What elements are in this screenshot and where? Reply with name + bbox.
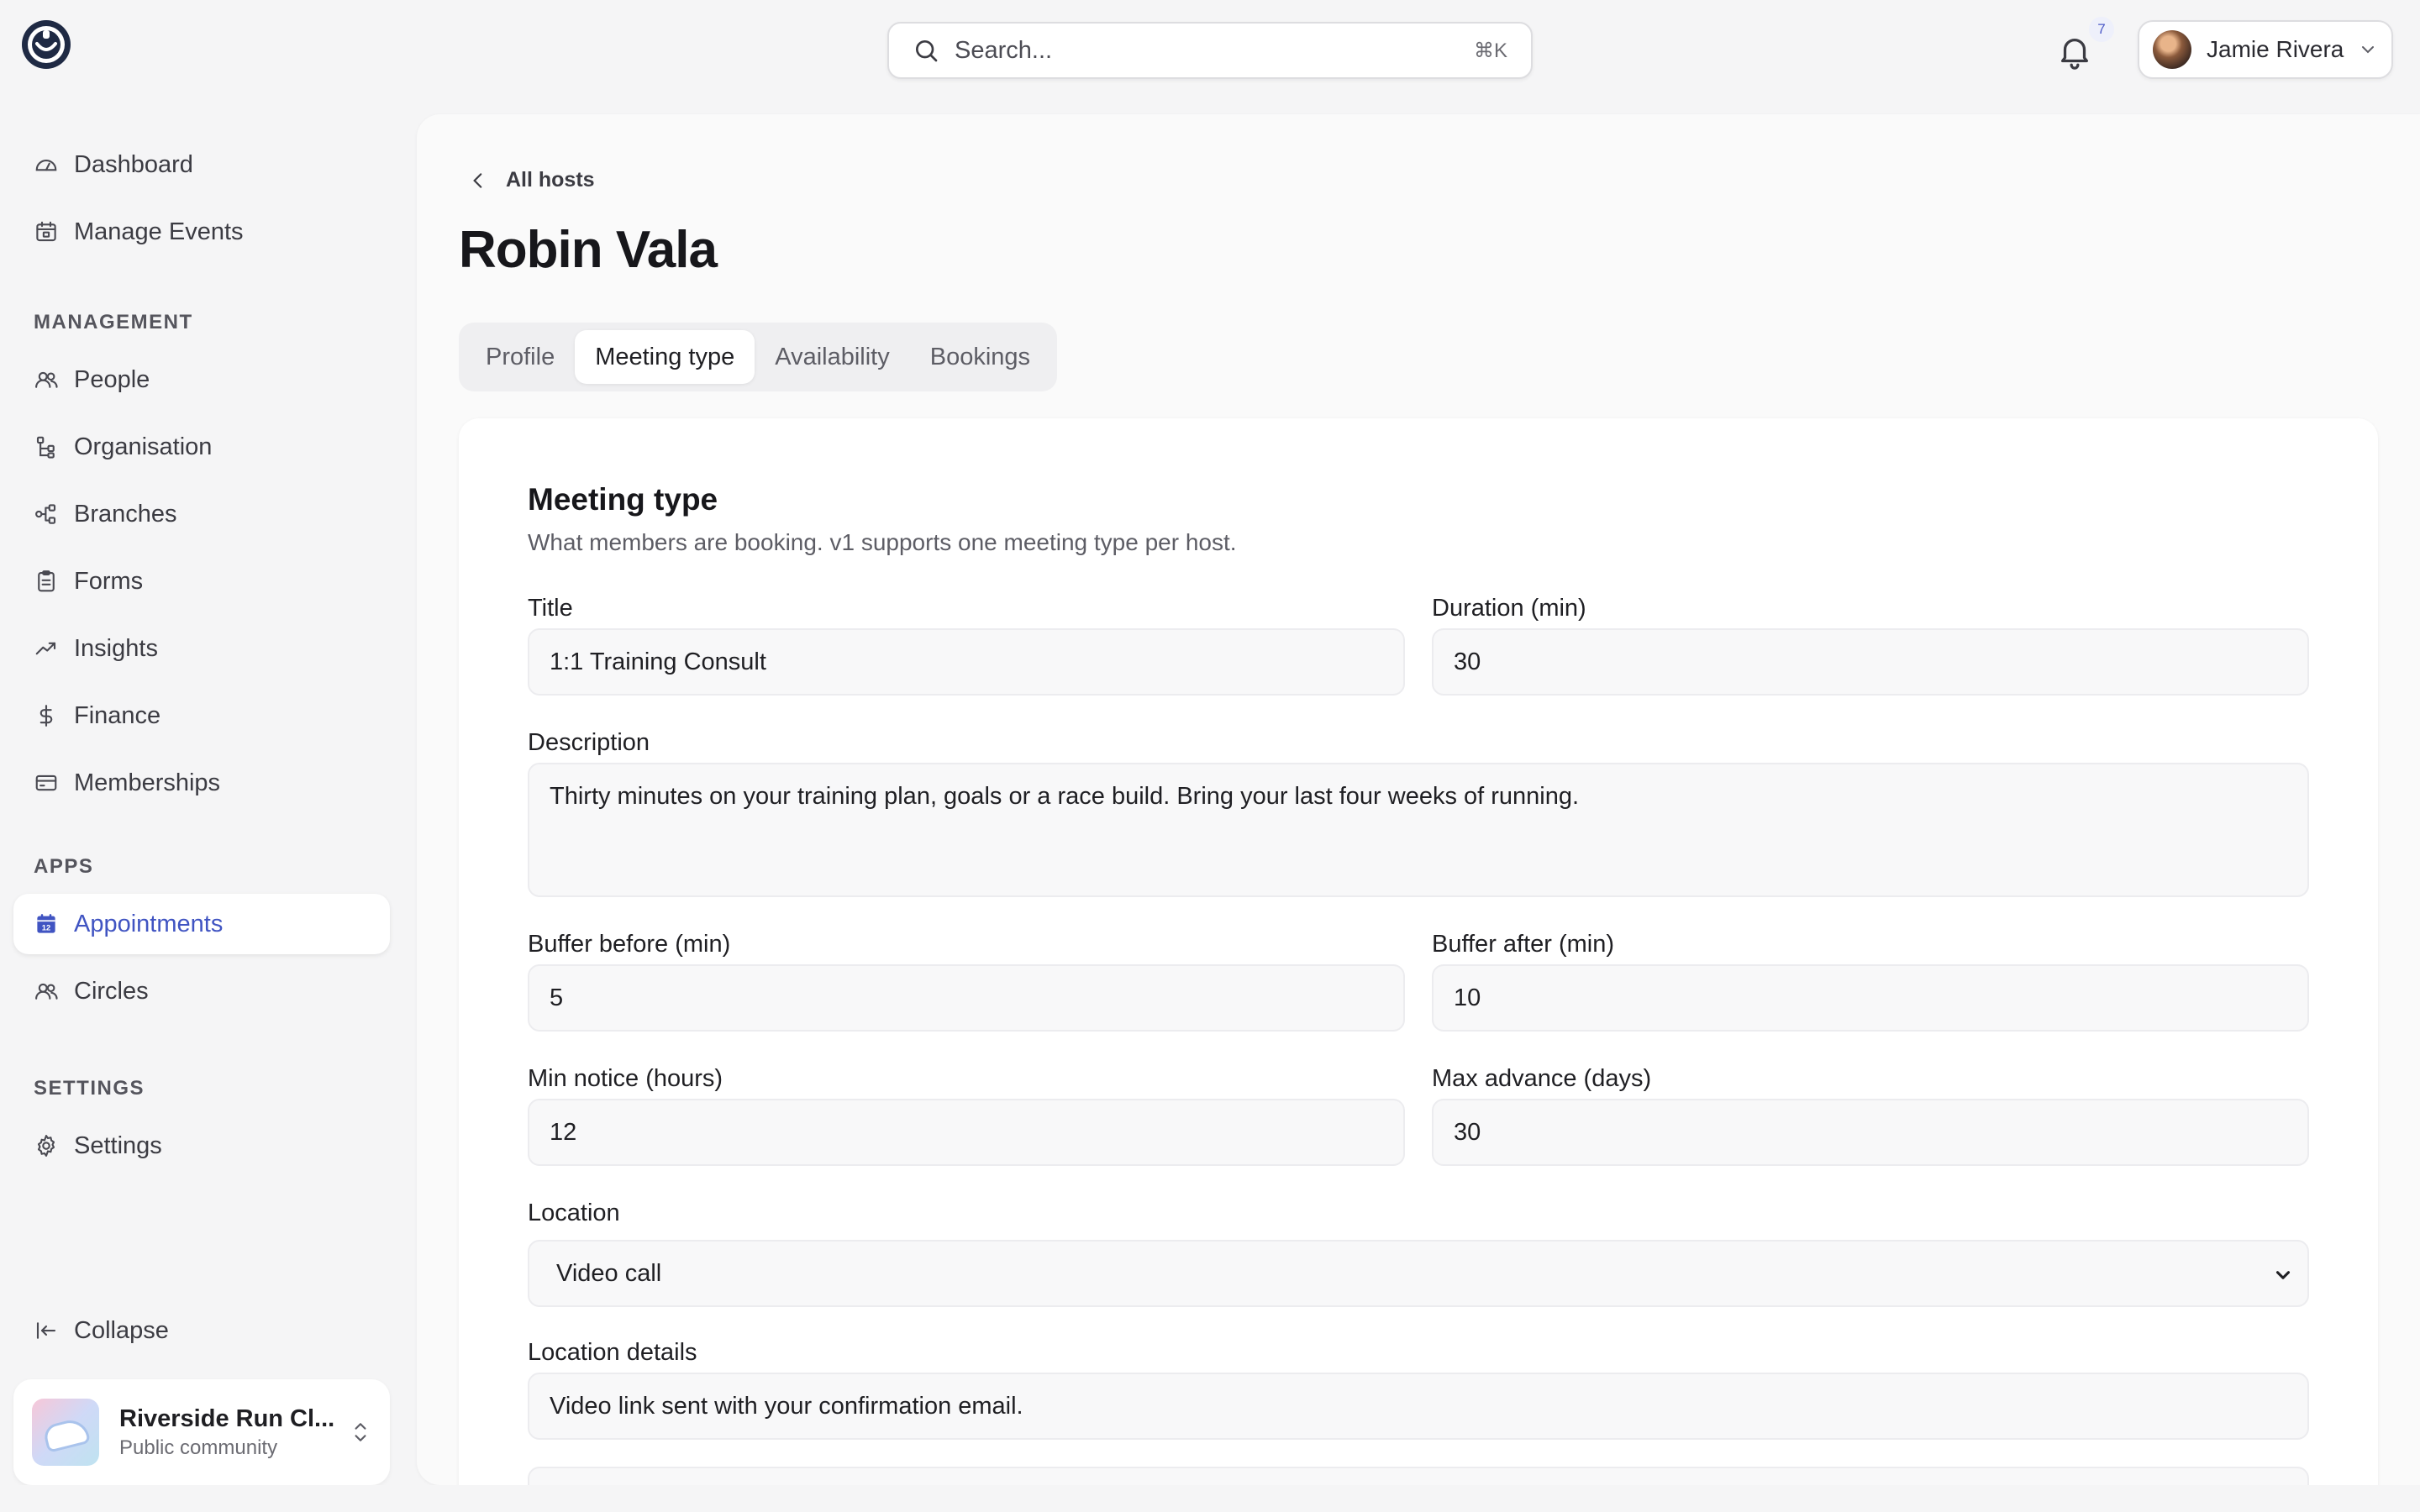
sidebar-item-manage-events[interactable]: Manage Events [13, 202, 390, 262]
gauge-icon [34, 152, 59, 177]
page-title: Robin Vala [459, 221, 718, 279]
section-title-settings: SETTINGS [34, 1077, 145, 1100]
location-selected-value: Video call [556, 1259, 662, 1287]
calendar-12-icon: 12 [34, 911, 59, 937]
buffer-after-input[interactable]: 10 [1432, 964, 2309, 1032]
sidebar-item-dashboard[interactable]: Dashboard [13, 134, 390, 195]
max-advance-input[interactable]: 30 [1432, 1099, 2309, 1166]
chevron-up-down-icon [350, 1417, 371, 1447]
collapse-icon [34, 1318, 59, 1343]
sidebar-item-label: Appointments [74, 910, 224, 937]
community-subtitle: Public community [119, 1436, 278, 1459]
sidebar-item-label: Memberships [74, 769, 221, 796]
duration-input[interactable]: 30 [1432, 628, 2309, 696]
collapse-label: Collapse [74, 1316, 169, 1344]
buffer-before-input[interactable]: 5 [528, 964, 1405, 1032]
bell-icon[interactable] [2055, 32, 2094, 71]
search-shortcut: ⌘K [1473, 39, 1507, 62]
collapse-sidebar-button[interactable]: Collapse [13, 1300, 390, 1361]
sidebar-item-label: Forms [74, 567, 144, 595]
search-bar[interactable]: Search... ⌘K [887, 22, 1533, 79]
chevron-down-icon [2272, 1264, 2294, 1286]
branches-icon [34, 501, 59, 527]
window-bottom-edge [0, 1485, 2420, 1512]
sidebar-item-label: Settings [74, 1131, 162, 1159]
tab-meeting-type[interactable]: Meeting type [575, 330, 755, 384]
sidebar-item-memberships[interactable]: Memberships [13, 753, 390, 813]
sidebar-item-people[interactable]: People [13, 349, 390, 410]
location-label: Location [528, 1200, 620, 1226]
sidebar-item-organisation[interactable]: Organisation [13, 417, 390, 477]
description-textarea[interactable]: Thirty minutes on your training plan, go… [528, 763, 2309, 897]
card-icon [34, 770, 59, 795]
min-notice-input[interactable]: 12 [528, 1099, 1405, 1166]
search-input[interactable]: Search... [955, 37, 1474, 65]
section-title-apps: APPS [34, 855, 94, 878]
app-logo[interactable] [20, 18, 72, 71]
calendar-icon [34, 219, 59, 244]
people-icon [34, 367, 59, 392]
card-description: What members are booking. v1 supports on… [528, 529, 1237, 555]
tab-availability[interactable]: Availability [755, 330, 909, 384]
location-select[interactable]: Video call [528, 1240, 2309, 1307]
community-switcher[interactable]: Riverside Run Cl... Public community [13, 1379, 390, 1485]
max-advance-label: Max advance (days) [1432, 1065, 1652, 1092]
sidebar-item-settings[interactable]: Settings [13, 1116, 390, 1176]
people-icon [34, 979, 59, 1004]
gear-icon [34, 1133, 59, 1158]
back-label: All hosts [506, 168, 595, 192]
buffer-before-label: Buffer before (min) [528, 931, 731, 958]
description-label: Description [528, 729, 650, 756]
search-icon [913, 37, 939, 64]
sidebar-item-label: People [74, 365, 150, 393]
title-input[interactable]: 1:1 Training Consult [528, 628, 1405, 696]
sidebar-item-label: Dashboard [74, 150, 193, 178]
sidebar-item-finance[interactable]: Finance [13, 685, 390, 746]
community-logo [32, 1399, 99, 1466]
dollar-icon [34, 703, 59, 728]
notification-count-badge: 7 [2089, 17, 2114, 42]
sidebar-item-label: Insights [74, 634, 158, 662]
sidebar-item-label: Circles [74, 977, 149, 1005]
sidebar-item-insights[interactable]: Insights [13, 618, 390, 679]
sidebar-item-branches[interactable]: Branches [13, 484, 390, 544]
sidebar-item-circles[interactable]: Circles [13, 961, 390, 1021]
duration-label: Duration (min) [1432, 595, 1586, 622]
sidebar-item-forms[interactable]: Forms [13, 551, 390, 612]
min-notice-label: Min notice (hours) [528, 1065, 723, 1092]
user-menu-button[interactable]: Jamie Rivera [2138, 20, 2393, 79]
sidebar-item-appointments[interactable]: 12 Appointments [13, 894, 390, 954]
chevron-down-icon [2358, 39, 2378, 60]
title-label: Title [528, 595, 573, 622]
sidebar-item-label: Organisation [74, 433, 213, 460]
card-title: Meeting type [528, 482, 718, 517]
back-link[interactable]: All hosts [467, 168, 595, 192]
sidebar-item-label: Manage Events [74, 218, 244, 245]
section-title-management: MANAGEMENT [34, 311, 193, 333]
clipboard-icon [34, 569, 59, 594]
sidebar-item-label: Branches [74, 500, 177, 528]
location-details-input[interactable]: Video link sent with your confirmation e… [528, 1373, 2309, 1440]
user-name: Jamie Rivera [2207, 36, 2344, 62]
tab-profile[interactable]: Profile [466, 330, 575, 384]
tab-bar: Profile Meeting type Availability Bookin… [459, 323, 1058, 391]
svg-text:12: 12 [42, 924, 50, 932]
location-details-label: Location details [528, 1339, 697, 1366]
chevron-left-icon [467, 170, 489, 192]
trend-up-icon [34, 636, 59, 661]
community-name: Riverside Run Cl... [119, 1404, 335, 1432]
avatar [2153, 30, 2191, 69]
organisation-icon [34, 434, 59, 459]
buffer-after-label: Buffer after (min) [1432, 931, 1615, 958]
sidebar-item-label: Finance [74, 701, 161, 729]
tab-bookings[interactable]: Bookings [910, 330, 1050, 384]
